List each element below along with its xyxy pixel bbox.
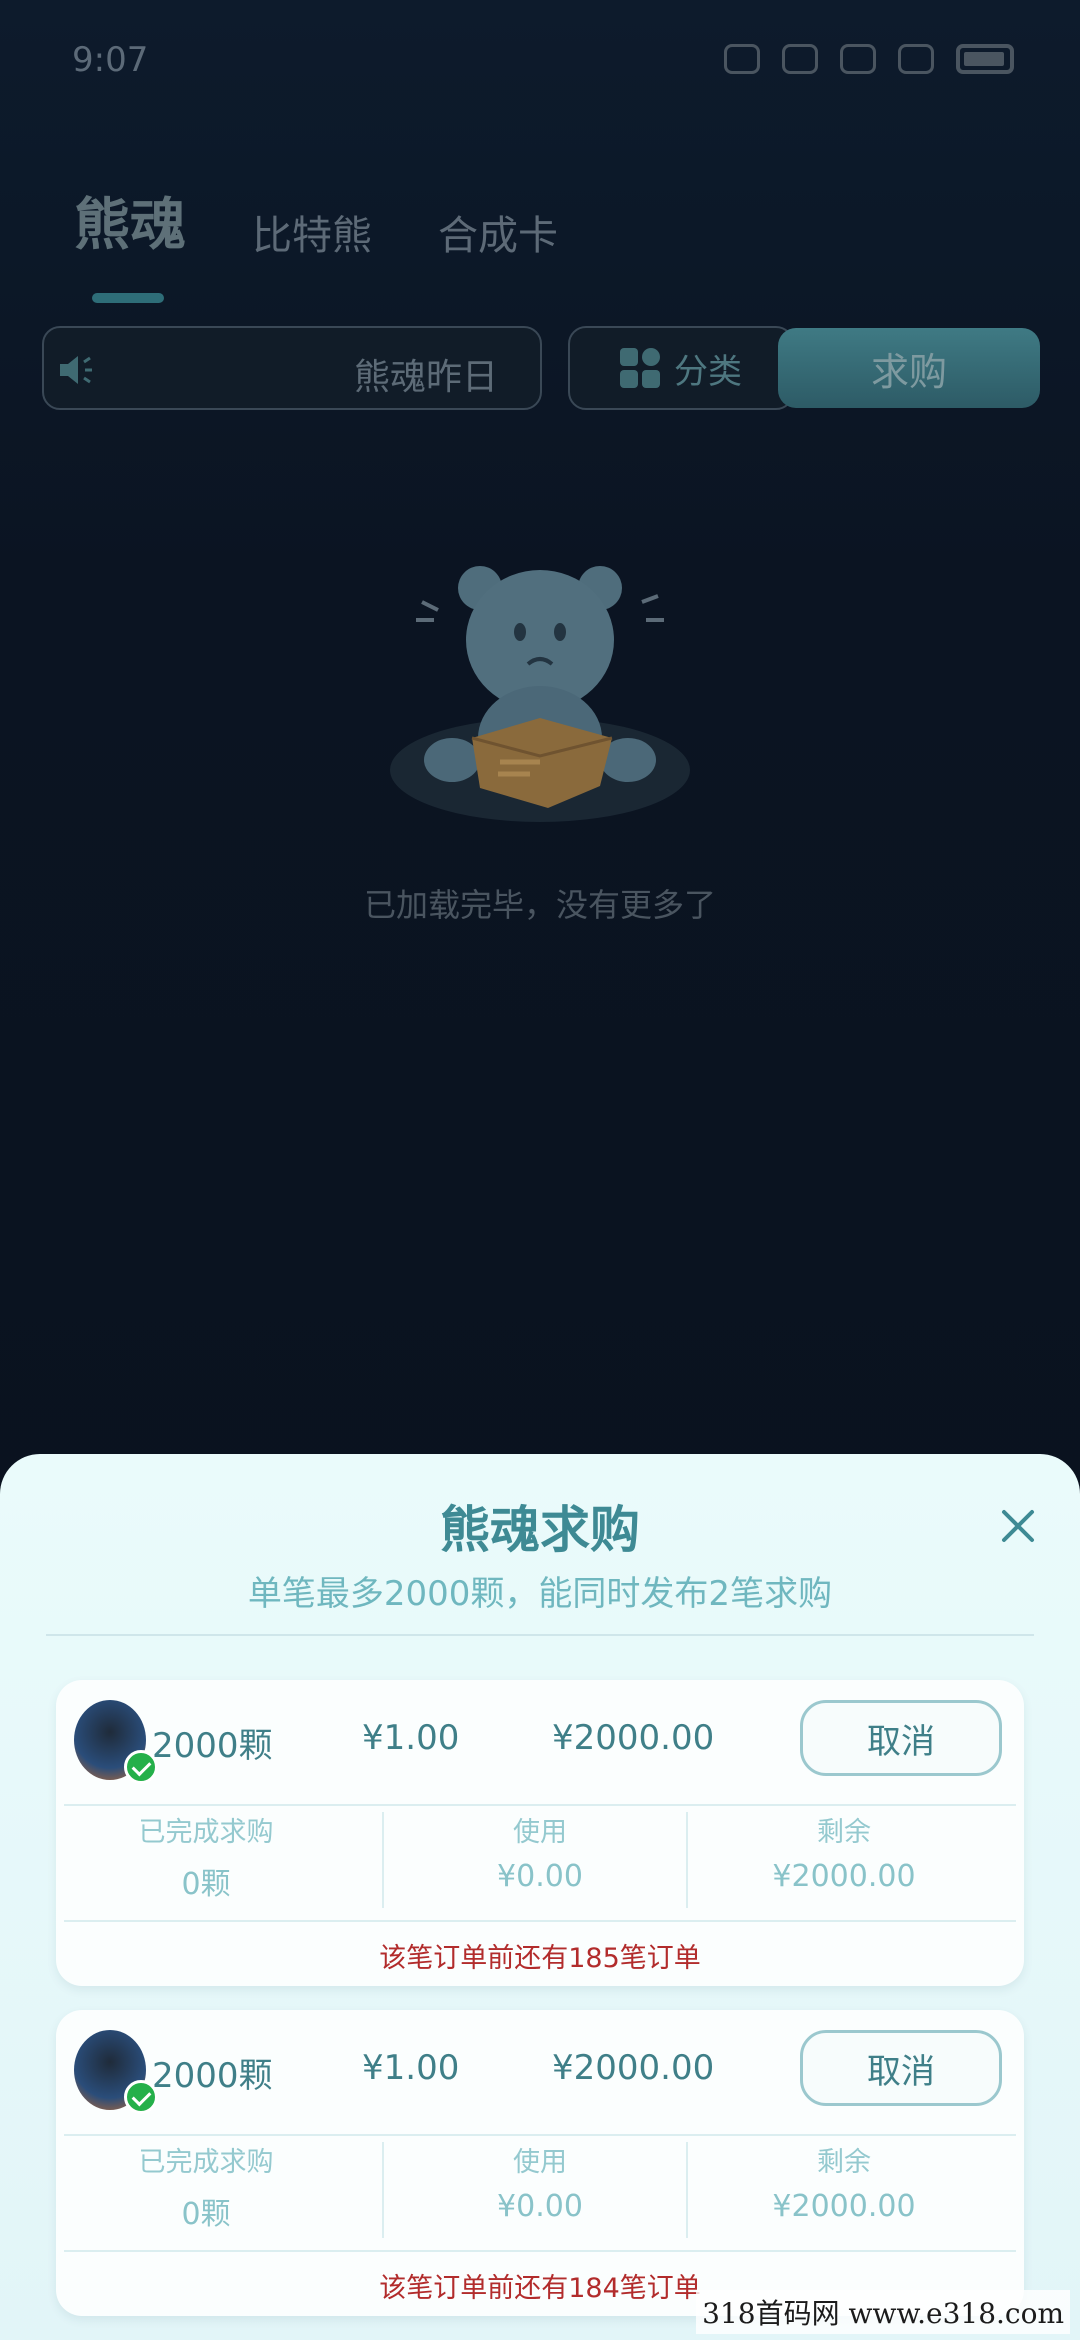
- sheet-title: 熊魂求购: [440, 1501, 640, 1559]
- category-label: 分类: [674, 351, 742, 392]
- avatar: [74, 2030, 158, 2114]
- close-icon[interactable]: [998, 1506, 1038, 1546]
- stat-value: ¥0.00: [497, 1859, 583, 1894]
- order-card: 2000颗 ¥1.00 ¥2000.00 取消 已完成求购 0颗 使用 ¥0.0…: [56, 1680, 1024, 1986]
- order-unit-price: ¥1.00: [362, 2048, 460, 2088]
- stat-divider: [382, 1812, 384, 1908]
- stat-used: 使用 ¥0.00: [390, 2140, 690, 2224]
- stat-divider: [686, 1812, 688, 1908]
- category-grid-icon: [620, 348, 660, 388]
- order-quantity: 2000颗: [152, 1726, 273, 1766]
- tab-synthesis-card[interactable]: 合成卡: [438, 203, 558, 261]
- data-saver-icon: [724, 44, 760, 74]
- tab-xionghun[interactable]: 熊魂: [74, 180, 186, 303]
- stat-value: ¥2000.00: [772, 1859, 916, 1894]
- stat-label: 剩余: [817, 2147, 871, 2178]
- cancel-button[interactable]: 取消: [800, 1700, 1002, 1776]
- stat-label: 已完成求购: [138, 2147, 274, 2178]
- stat-remaining: 剩余 ¥2000.00: [694, 2140, 994, 2224]
- notice-text: 熊魂昨日: [354, 357, 499, 398]
- card-divider: [64, 1804, 1016, 1806]
- tab-bar: 熊魂 比特熊 合成卡: [74, 180, 558, 303]
- signal-icon: [898, 44, 934, 74]
- stat-value: ¥0.00: [497, 2189, 583, 2224]
- stat-remaining: 剩余 ¥2000.00: [694, 1810, 994, 1894]
- stat-label: 使用: [513, 1817, 567, 1848]
- stat-label: 已完成求购: [138, 1817, 274, 1848]
- tab-bitebear[interactable]: 比特熊: [252, 203, 372, 261]
- stat-completed: 已完成求购 0颗: [56, 2140, 356, 2233]
- active-tab-indicator: [92, 293, 164, 303]
- queue-notice: 该笔订单前还有185笔订单: [379, 1943, 701, 1974]
- stat-label: 使用: [513, 2147, 567, 2178]
- toolbar: 熊魂昨日 分类 求购: [42, 326, 1040, 410]
- speaker-icon: [60, 356, 92, 384]
- order-card: 2000颗 ¥1.00 ¥2000.00 取消 已完成求购 0颗 使用 ¥0.0…: [56, 2010, 1024, 2316]
- empty-bear-icon: [390, 566, 690, 822]
- status-icons: [724, 44, 1014, 74]
- stat-divider: [686, 2142, 688, 2238]
- stat-value: 0颗: [181, 2197, 231, 2232]
- stat-completed: 已完成求购 0颗: [56, 1810, 356, 1903]
- watermark: 318首码网 www.e318.com: [696, 2290, 1070, 2334]
- stat-label: 剩余: [817, 1817, 871, 1848]
- card-divider: [64, 2250, 1016, 2252]
- stat-value: 0颗: [181, 1867, 231, 1902]
- card-divider: [64, 2134, 1016, 2136]
- order-total: ¥2000.00: [552, 2048, 715, 2088]
- notice-bar[interactable]: 熊魂昨日: [42, 326, 542, 410]
- buy-request-sheet: 熊魂求购 单笔最多2000颗，能同时发布2笔求购 2000颗 ¥1.00 ¥20…: [0, 1454, 1080, 2340]
- tab-label: 熊魂: [74, 193, 186, 258]
- stat-divider: [382, 2142, 384, 2238]
- eye-icon: [782, 44, 818, 74]
- empty-state-text: 已加载完毕，没有更多了: [363, 886, 716, 924]
- stat-used: 使用 ¥0.00: [390, 1810, 690, 1894]
- sheet-subtitle: 单笔最多2000颗，能同时发布2笔求购: [247, 1574, 833, 1614]
- card-divider: [64, 1920, 1016, 1922]
- battery-icon: [956, 44, 1014, 74]
- order-unit-price: ¥1.00: [362, 1718, 460, 1758]
- avatar: [74, 1700, 158, 1784]
- status-bar: 9:07: [0, 0, 1080, 120]
- cancel-button[interactable]: 取消: [800, 2030, 1002, 2106]
- category-button[interactable]: 分类: [568, 326, 794, 410]
- nfc-icon: [840, 44, 876, 74]
- status-time: 9:07: [72, 40, 149, 80]
- stat-value: ¥2000.00: [772, 2189, 916, 2224]
- buy-request-button[interactable]: 求购: [778, 328, 1040, 408]
- order-quantity: 2000颗: [152, 2056, 273, 2096]
- order-total: ¥2000.00: [552, 1718, 715, 1758]
- sheet-divider: [46, 1634, 1034, 1636]
